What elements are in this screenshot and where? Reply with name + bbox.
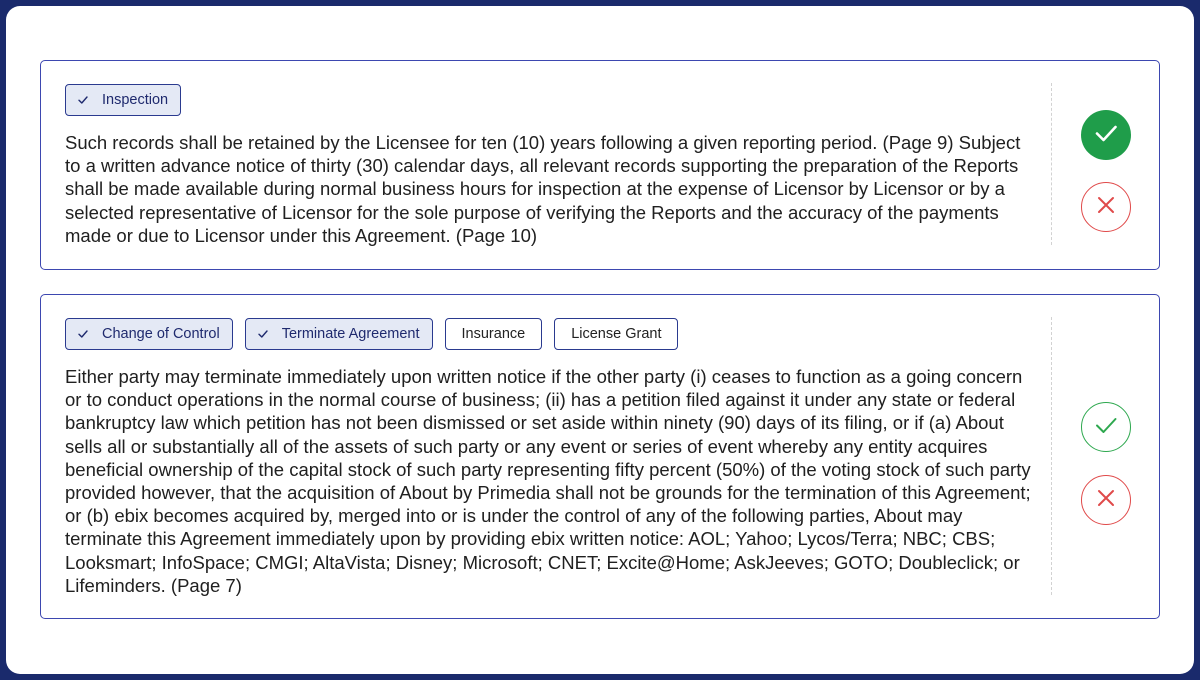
tag-list: Change of Control Terminate Agreement In… xyxy=(65,318,679,350)
divider xyxy=(1051,83,1052,245)
tag-label: License Grant xyxy=(571,326,662,342)
tag-list: Inspection xyxy=(65,84,182,116)
check-icon xyxy=(78,329,88,339)
clause-card: Inspection Such records shall be retaine… xyxy=(40,60,1160,270)
tag-license-grant[interactable]: License Grant xyxy=(554,318,679,350)
clause-text: Such records shall be retained by the Li… xyxy=(65,132,1021,246)
tag-label: Terminate Agreement xyxy=(281,326,420,342)
tag-change-of-control[interactable]: Change of Control xyxy=(65,318,233,350)
check-icon xyxy=(78,95,88,105)
tag-label: Insurance xyxy=(461,326,526,342)
app-frame: Inspection Such records shall be retaine… xyxy=(6,6,1194,674)
tag-label: Change of Control xyxy=(102,326,220,342)
check-icon xyxy=(1093,412,1119,443)
divider xyxy=(1051,317,1052,595)
close-icon xyxy=(1096,195,1116,220)
reject-button[interactable] xyxy=(1081,475,1131,525)
clause-card: Change of Control Terminate Agreement In… xyxy=(40,294,1160,619)
tag-insurance[interactable]: Insurance xyxy=(444,318,543,350)
accept-button[interactable] xyxy=(1081,110,1131,160)
tag-label: Inspection xyxy=(102,92,169,108)
check-icon xyxy=(257,329,268,339)
clause-text: Either party may terminate immediately u… xyxy=(65,366,1031,596)
accept-button[interactable] xyxy=(1081,402,1131,452)
check-icon xyxy=(1093,120,1119,151)
reject-button[interactable] xyxy=(1081,182,1131,232)
tag-inspection[interactable]: Inspection xyxy=(65,84,182,116)
close-icon xyxy=(1096,488,1116,513)
tag-terminate-agreement[interactable]: Terminate Agreement xyxy=(244,318,433,350)
